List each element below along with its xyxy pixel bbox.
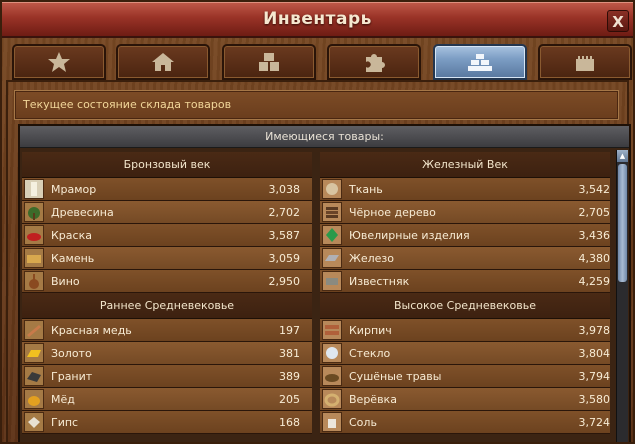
window-title: Инвентарь: [263, 9, 372, 29]
house-icon: [152, 53, 174, 71]
list-item: Соль 3,724: [320, 411, 610, 434]
section-title-early-middle: Раннее Средневековье: [22, 293, 312, 319]
list-item: Железо 4,380: [320, 247, 610, 270]
castle-icon: [576, 56, 594, 71]
panel-header: Имеющиеся товары:: [20, 126, 629, 148]
section-early-middle: Красная медь 197 Золото 381 Гранит 389 М…: [22, 319, 312, 434]
goods-icon: [468, 54, 492, 71]
dye-icon: [24, 225, 44, 245]
jewelry-icon: [322, 225, 342, 245]
list-item: Чёрное дерево 2,705: [320, 201, 610, 224]
list-item: Известняк 4,259: [320, 270, 610, 293]
gold-icon: [24, 343, 44, 363]
copper-icon: [24, 320, 44, 340]
brick-icon: [322, 320, 342, 340]
scroll-up-icon[interactable]: ▲: [617, 150, 628, 162]
list-item: Кирпич 3,978: [320, 319, 610, 342]
tab-puzzle[interactable]: [327, 44, 421, 80]
herbs-icon: [322, 366, 342, 386]
honey-icon: [24, 389, 44, 409]
list-item: Стекло 3,804: [320, 342, 610, 365]
tab-star[interactable]: [12, 44, 106, 80]
puzzle-icon: [366, 54, 385, 72]
list-item: Ткань 3,542: [320, 178, 610, 201]
status-text: Текущее состояние склада товаров: [14, 90, 619, 120]
tab-goods[interactable]: [433, 44, 527, 80]
scrollbar[interactable]: ▲: [616, 150, 628, 442]
list-item: Красная медь 197: [22, 319, 312, 342]
list-item: Камень 3,059: [22, 247, 312, 270]
lumber-icon: [24, 202, 44, 222]
list-item: Мрамор 3,038: [22, 178, 312, 201]
inventory-window: Инвентарь X Текущее состояние склада тов…: [0, 0, 635, 444]
list-item: Ювелирные изделия 3,436: [320, 224, 610, 247]
stone-icon: [24, 248, 44, 268]
tab-crates[interactable]: [222, 44, 316, 80]
ebony-icon: [322, 202, 342, 222]
rope-icon: [322, 389, 342, 409]
tab-bar: [12, 44, 632, 80]
section-title-iron: Железный Век: [320, 152, 610, 178]
right-column: Железный Век Ткань 3,542 Чёрное дерево 2…: [320, 152, 610, 434]
alabaster-icon: [24, 412, 44, 432]
limestone-icon: [322, 271, 342, 291]
crates-icon: [259, 53, 279, 71]
title-bar: Инвентарь X: [2, 2, 633, 38]
list-item: Сушёные травы 3,794: [320, 365, 610, 388]
list-item: Краска 3,587: [22, 224, 312, 247]
left-column: Бронзовый век Мрамор 3,038 Древесина 2,7…: [22, 152, 312, 434]
close-button[interactable]: X: [607, 10, 629, 32]
list-item: Мёд 205: [22, 388, 312, 411]
section-title-bronze: Бронзовый век: [22, 152, 312, 178]
cloth-icon: [322, 179, 342, 199]
list-item: Гипс 168: [22, 411, 312, 434]
section-high-middle: Кирпич 3,978 Стекло 3,804 Сушёные травы …: [320, 319, 610, 434]
salt-icon: [322, 412, 342, 432]
section-title-high-middle: Высокое Средневековье: [320, 293, 610, 319]
list-item: Древесина 2,702: [22, 201, 312, 224]
scroll-thumb[interactable]: [618, 164, 627, 282]
tab-castle[interactable]: [538, 44, 632, 80]
glass-icon: [322, 343, 342, 363]
goods-panel: Имеющиеся товары: Бронзовый век Мрамор 3…: [18, 124, 631, 442]
list-item: Золото 381: [22, 342, 312, 365]
marble-icon: [24, 179, 44, 199]
section-iron: Ткань 3,542 Чёрное дерево 2,705 Ювелирны…: [320, 178, 610, 293]
iron-icon: [322, 248, 342, 268]
list-item: Гранит 389: [22, 365, 312, 388]
section-bronze: Мрамор 3,038 Древесина 2,702 Краска 3,58…: [22, 178, 312, 293]
wine-icon: [24, 271, 44, 291]
star-icon: [48, 52, 70, 72]
granite-icon: [24, 366, 44, 386]
list-item: Вино 2,950: [22, 270, 312, 293]
tab-house[interactable]: [116, 44, 210, 80]
list-item: Верёвка 3,580: [320, 388, 610, 411]
